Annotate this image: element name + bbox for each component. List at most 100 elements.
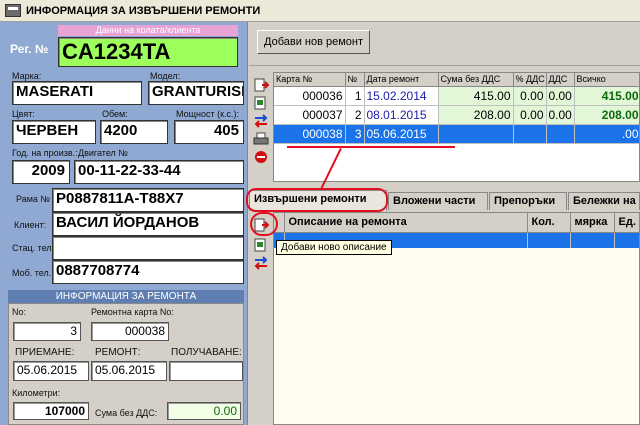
cell-vat: 0.00 xyxy=(546,105,575,125)
col-card[interactable]: Карта № xyxy=(274,73,346,87)
km-label: Километри: xyxy=(12,388,61,398)
col-n[interactable]: № xyxy=(345,73,365,87)
phone-field[interactable] xyxy=(52,236,244,260)
cell-card: 000036 xyxy=(274,86,346,106)
cell-sum xyxy=(438,124,514,144)
repair-date-field[interactable]: 05.06.2015 xyxy=(91,361,167,381)
edit-description-icon[interactable] xyxy=(253,238,269,252)
cell-date: 08.01.2015 xyxy=(364,105,439,125)
frame-field[interactable]: P0887811A-T88X7 xyxy=(52,188,244,212)
frame-label: Рама № xyxy=(16,194,51,204)
app-icon xyxy=(5,4,21,17)
edit-doc-icon[interactable] xyxy=(253,96,269,110)
model-label: Модел: xyxy=(150,71,181,81)
table-row[interactable]: 000036 1 15.02.2014 415.00 0.00 0.00 415… xyxy=(274,86,639,106)
repairs-table: Карта № № Дата ремонт Сума без ДДС % ДДС… xyxy=(273,72,640,182)
col-unit[interactable]: мярка xyxy=(570,213,615,233)
table-row[interactable]: 000037 2 08.01.2015 208.00 0.00 0.00 208… xyxy=(274,105,639,125)
table-row-selected[interactable]: 000038 3 05.06.2015 .00 xyxy=(274,124,639,144)
tab-notes[interactable]: Бележки на xyxy=(568,192,640,210)
title-bar: ИНФОРМАЦИЯ ЗА ИЗВЪРШЕНИ РЕМОНТИ xyxy=(0,0,640,22)
cell-sum: 415.00 xyxy=(438,86,514,106)
cell-vat: 0.00 xyxy=(546,86,575,106)
col-vat-pct[interactable]: % ДДС xyxy=(513,73,547,87)
year-field[interactable]: 2009 xyxy=(12,160,70,184)
delete-icon[interactable] xyxy=(253,150,269,164)
cell-vat-pct xyxy=(513,124,547,144)
annotation-underline xyxy=(287,146,455,148)
make-field[interactable]: MASERATI xyxy=(12,81,142,105)
km-field[interactable]: 107000 xyxy=(13,402,89,420)
no-label: No: xyxy=(12,307,27,317)
color-field[interactable]: ЧЕРВЕН xyxy=(12,120,96,144)
cell-card: 000038 xyxy=(274,124,346,144)
mobile-field[interactable]: 0887708774 xyxy=(52,260,244,284)
cell-total: .00 xyxy=(574,124,639,144)
tool-icons xyxy=(249,66,273,425)
cell-total: 415.00 xyxy=(574,86,639,106)
engine-label: Двигател № xyxy=(78,148,128,158)
sum-label: Сума без ДДС: xyxy=(95,408,158,418)
move-description-icon[interactable] xyxy=(253,256,269,270)
vehicle-section-title: Данни на колата/клиента xyxy=(58,25,238,36)
cell-n: 1 xyxy=(345,86,365,106)
annotation-tab-highlight xyxy=(246,188,388,212)
client-label: Клиент: xyxy=(14,220,47,230)
new-doc-icon[interactable] xyxy=(253,78,270,92)
cell-date: 05.06.2015 xyxy=(364,124,439,144)
phone-label: Стац. тел.: xyxy=(12,243,57,253)
card-label: Ремонтна карта No: xyxy=(91,307,174,317)
add-repair-button[interactable]: Добави нов ремонт xyxy=(257,30,371,54)
cell-qty xyxy=(527,232,571,248)
vehicle-panel: Данни на колата/клиента Рег. № CA1234TA … xyxy=(0,22,248,425)
reg-number-field[interactable]: CA1234TA xyxy=(58,37,238,67)
cell-vat-pct: 0.00 xyxy=(513,86,547,106)
tab-parts[interactable]: Вложени части xyxy=(388,192,488,210)
repair-info-box: No: 3 Ремонтна карта No: 000038 ПРИЕМАНЕ… xyxy=(8,303,244,425)
col-qty[interactable]: Кол. xyxy=(527,213,571,233)
toolbar: Добави нов ремонт xyxy=(249,22,640,66)
tooltip: Добави ново описание xyxy=(276,240,392,255)
annotation-icon-highlight xyxy=(250,212,278,236)
engine-field[interactable]: 00-11-22-33-44 xyxy=(74,160,244,184)
client-field[interactable]: ВАСИЛ ЙОРДАНОВ xyxy=(52,212,244,236)
no-field[interactable]: 3 xyxy=(13,322,81,341)
col-unit-price[interactable]: Ед. xyxy=(614,213,639,233)
mobile-label: Моб. тел.: xyxy=(12,268,54,278)
cell-vat-pct: 0.00 xyxy=(513,105,547,125)
color-label: Цвят: xyxy=(12,109,35,119)
repairs-header-row: Карта № № Дата ремонт Сума без ДДС % ДДС… xyxy=(274,73,639,87)
receive-date-field[interactable] xyxy=(169,361,243,381)
card-field[interactable]: 000038 xyxy=(91,322,169,341)
col-total[interactable]: Всичко xyxy=(574,73,639,87)
description-header-row: Описание на ремонта Кол. мярка Ед. xyxy=(274,213,639,233)
cell-date: 15.02.2014 xyxy=(364,86,439,106)
accept-date-field[interactable]: 05.06.2015 xyxy=(13,361,89,381)
cell-total: 208.00 xyxy=(574,105,639,125)
window-title: ИНФОРМАЦИЯ ЗА ИЗВЪРШЕНИ РЕМОНТИ xyxy=(26,5,261,17)
receive-label: ПОЛУЧАВАНЕ: xyxy=(171,347,242,358)
year-label: Год. на произв.: xyxy=(12,148,78,158)
tab-recommendations[interactable]: Препоръки xyxy=(489,192,567,210)
reg-label: Рег. № xyxy=(10,42,49,56)
sum-field: 0.00 xyxy=(167,402,241,420)
volume-field[interactable]: 4200 xyxy=(100,120,168,144)
repair-info-title: ИНФОРМАЦИЯ ЗА РЕМОНТА xyxy=(8,290,244,303)
cell-sum: 208.00 xyxy=(438,105,514,125)
col-description[interactable]: Описание на ремонта xyxy=(284,213,528,233)
repair-date-label: РЕМОНТ: xyxy=(95,347,141,358)
col-vat[interactable]: ДДС xyxy=(546,73,575,87)
model-field[interactable]: GRANTURISMO xyxy=(148,81,244,105)
accept-label: ПРИЕМАНЕ: xyxy=(15,347,75,358)
cell-n: 3 xyxy=(345,124,365,144)
power-field[interactable]: 405 xyxy=(174,120,244,144)
cell-card: 000037 xyxy=(274,105,346,125)
print-icon[interactable] xyxy=(253,132,269,146)
cell-unit xyxy=(570,232,615,248)
cell-unit-price xyxy=(614,232,639,248)
col-sum[interactable]: Сума без ДДС xyxy=(438,73,514,87)
col-date[interactable]: Дата ремонт xyxy=(364,73,439,87)
transfer-icon[interactable] xyxy=(253,114,269,128)
volume-label: Обем: xyxy=(102,109,128,119)
make-label: Марка: xyxy=(12,71,42,81)
